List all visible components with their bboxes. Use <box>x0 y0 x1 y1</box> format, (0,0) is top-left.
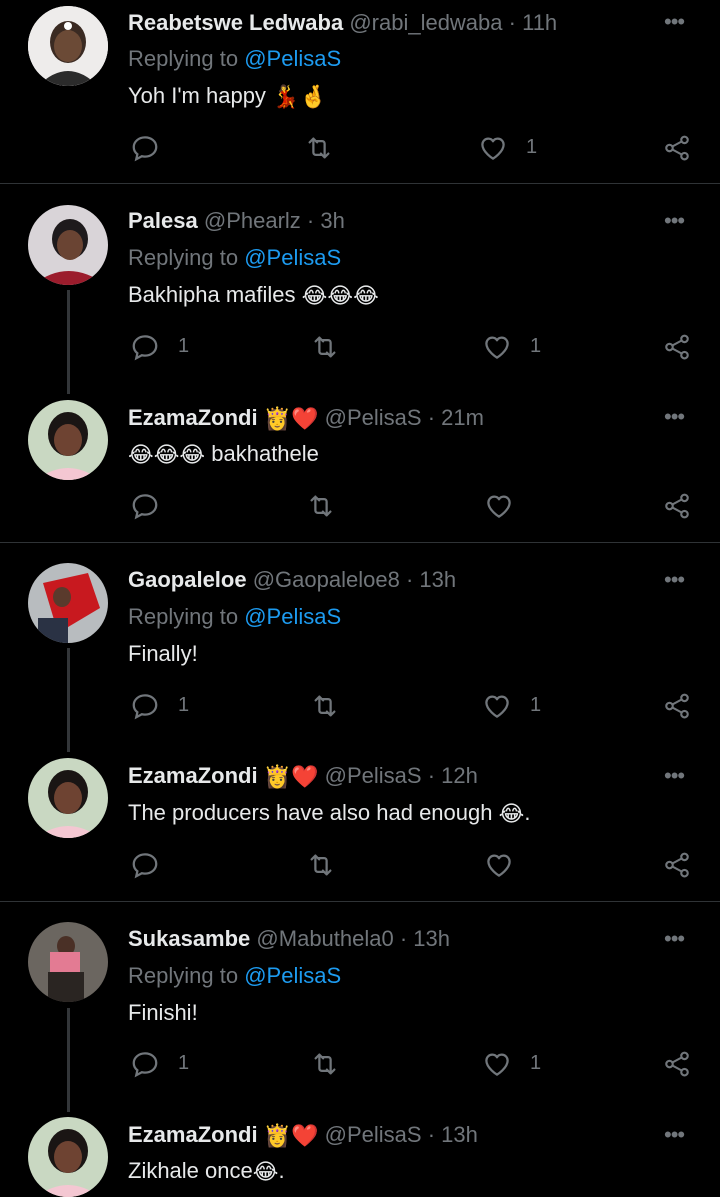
tweet-text: bakhathele <box>211 441 319 466</box>
avatar[interactable] <box>28 400 108 480</box>
replying-to-label: Replying to <box>128 604 239 629</box>
timestamp[interactable]: · 3h <box>307 208 345 233</box>
emoji: 😂😂😂 <box>128 442 206 468</box>
like-count: 1 <box>526 136 538 158</box>
emoji: 💃🤞 <box>272 84 327 110</box>
separator <box>0 542 720 543</box>
more-options-icon[interactable]: ••• <box>664 11 685 33</box>
more-options-icon[interactable]: ••• <box>664 210 685 232</box>
avatar[interactable] <box>28 758 108 838</box>
mention-link[interactable]: @PelisaS <box>244 604 341 629</box>
tweet-text: Finishi! <box>128 1000 198 1025</box>
replying-to-label: Replying to <box>128 963 239 988</box>
display-name[interactable]: EzamaZondi <box>128 405 258 430</box>
avatar[interactable] <box>28 1117 108 1197</box>
timestamp[interactable]: · 12h <box>428 763 478 788</box>
handle[interactable]: @PelisaS <box>325 405 422 430</box>
more-options-icon[interactable]: ••• <box>664 569 685 591</box>
handle[interactable]: @Gaopaleloe8 <box>253 567 400 592</box>
timestamp[interactable]: · 13h <box>406 567 456 592</box>
replying-to-label: Replying to <box>128 245 239 270</box>
display-name[interactable]: Gaopaleloe <box>128 567 247 592</box>
like-count: 1 <box>530 1052 542 1074</box>
display-name[interactable]: Reabetswe Ledwaba <box>128 10 343 35</box>
tweet-text: Bakhipha mafiles <box>128 282 296 307</box>
replying-to-label: Replying to <box>128 46 239 71</box>
timestamp[interactable]: · 13h <box>400 926 450 951</box>
emoji: 😂 <box>498 801 525 827</box>
more-options-icon[interactable]: ••• <box>664 928 685 950</box>
like-count: 1 <box>530 694 542 716</box>
handle[interactable]: @rabi_ledwaba <box>349 10 502 35</box>
name-badges: 👸❤️ <box>263 764 319 790</box>
tweet-text: Zikhale once <box>128 1158 253 1183</box>
display-name[interactable]: EzamaZondi <box>128 1122 258 1147</box>
mention-link[interactable]: @PelisaS <box>244 46 341 71</box>
avatar[interactable] <box>28 6 108 86</box>
emoji: 😂😂😂 <box>301 283 379 309</box>
avatar[interactable] <box>28 922 108 1002</box>
handle[interactable]: @Phearlz <box>204 208 301 233</box>
avatar[interactable] <box>28 205 108 285</box>
separator <box>0 183 720 184</box>
more-options-icon[interactable]: ••• <box>664 1124 685 1146</box>
timestamp[interactable]: · 21m <box>428 405 484 430</box>
handle[interactable]: @Mabuthela0 <box>256 926 393 951</box>
timestamp[interactable]: · 11h <box>509 10 558 35</box>
avatar[interactable] <box>28 563 108 643</box>
tweet-text-end: . <box>524 800 531 825</box>
handle[interactable]: @PelisaS <box>325 763 422 788</box>
display-name[interactable]: Sukasambe <box>128 926 250 951</box>
separator <box>0 901 720 902</box>
mention-link[interactable]: @PelisaS <box>244 963 341 988</box>
tweet-text: The producers have also had enough <box>128 800 493 825</box>
timestamp[interactable]: · 13h <box>428 1122 478 1147</box>
like-count: 1 <box>530 335 542 357</box>
name-badges: 👸❤️ <box>263 1123 319 1149</box>
more-options-icon[interactable]: ••• <box>664 765 685 787</box>
more-options-icon[interactable]: ••• <box>664 406 685 428</box>
reply-count: 1 <box>178 335 190 357</box>
tweet-text-end: . <box>278 1158 285 1183</box>
name-badges: 👸❤️ <box>263 406 319 432</box>
reply-count: 1 <box>178 1052 190 1074</box>
handle[interactable]: @PelisaS <box>325 1122 422 1147</box>
display-name[interactable]: EzamaZondi <box>128 763 258 788</box>
emoji: 😂 <box>252 1159 279 1185</box>
tweet-text: Yoh I'm happy <box>128 83 266 108</box>
tweet-text: Finally! <box>128 641 198 666</box>
display-name[interactable]: Palesa <box>128 208 198 233</box>
reply-count: 1 <box>178 694 190 716</box>
mention-link[interactable]: @PelisaS <box>244 245 341 270</box>
